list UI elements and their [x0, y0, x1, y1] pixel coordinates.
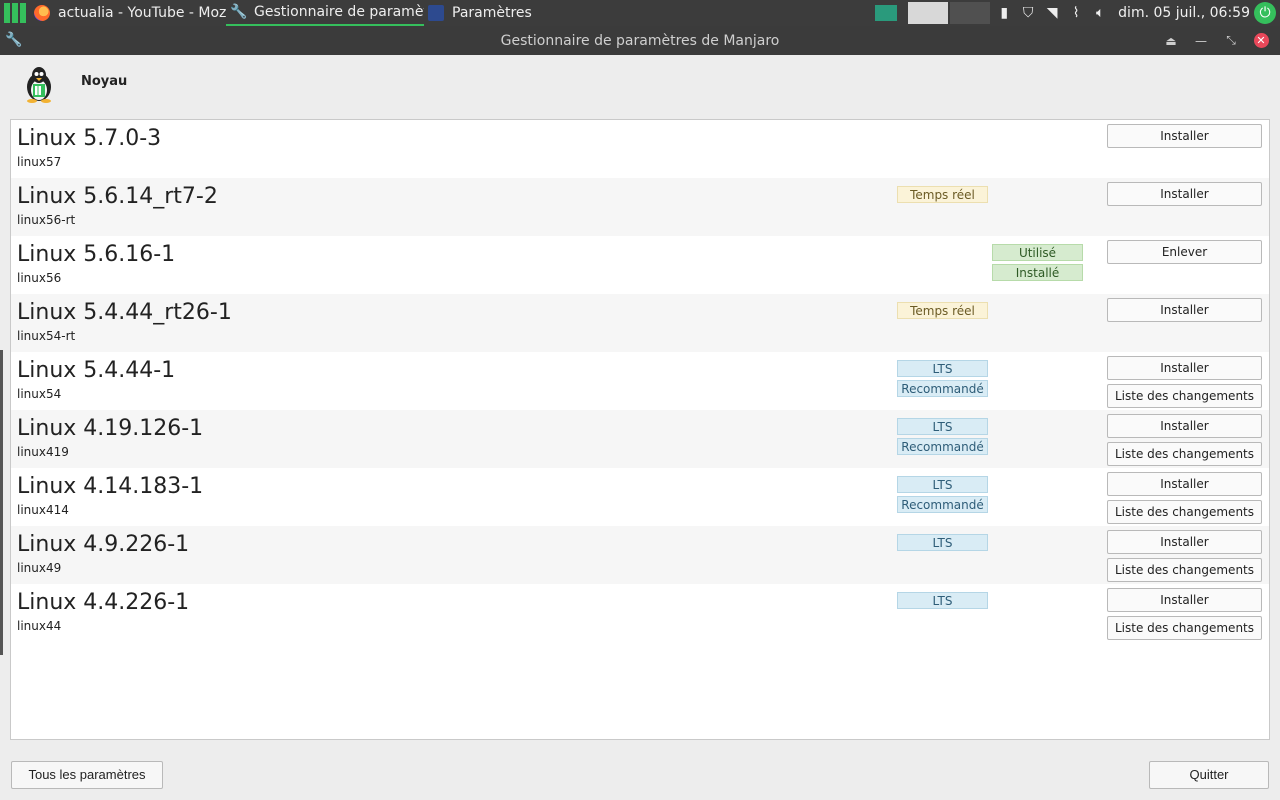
quit-button[interactable]: Quitter [1149, 761, 1269, 789]
window-titlebar[interactable]: 🔧 Gestionnaire de paramètres de Manjaro … [0, 26, 1280, 55]
kernel-name: Linux 5.7.0-3 [17, 126, 162, 151]
kernel-package: linux57 [17, 155, 62, 169]
taskbar: actualia - YouTube - Mozill... 🔧 Gestion… [0, 0, 1280, 26]
workspace-2[interactable] [908, 2, 949, 24]
all-settings-button[interactable]: Tous les paramètres [11, 761, 163, 789]
workspace-3[interactable] [950, 2, 991, 24]
kernel-package: linux49 [17, 561, 62, 575]
install-button[interactable]: Installer [1107, 588, 1262, 612]
kernel-list[interactable]: Linux 5.7.0-3 linux57 Installer Linux 5.6.1… [10, 119, 1270, 740]
status-badge: LTS [897, 360, 988, 377]
status-badge: LTS [897, 418, 988, 435]
tux-penguin-icon [27, 67, 51, 103]
maximize-icon[interactable]: ⤡ [1216, 33, 1246, 48]
wifi-icon[interactable]: ◥ [1040, 0, 1064, 26]
install-button[interactable]: Installer [1107, 472, 1262, 496]
manjaro-menu-icon[interactable] [0, 0, 30, 26]
paperclip-icon[interactable]: ⌇ [1064, 0, 1088, 26]
status-badge: Recommandé [897, 496, 988, 513]
taskbar-task-label: Gestionnaire de paramètr... [254, 4, 424, 20]
kernel-name: Linux 5.6.14_rt7-2 [17, 184, 218, 209]
changelog-button[interactable]: Liste des changements [1107, 442, 1262, 466]
kernel-package: linux414 [17, 503, 69, 517]
status-badge: Recommandé [897, 380, 988, 397]
taskbar-task-firefox[interactable]: actualia - YouTube - Mozill... [30, 0, 226, 26]
close-icon[interactable]: ✕ [1246, 33, 1276, 48]
taskbar-task-label: actualia - YouTube - Mozill... [58, 5, 226, 21]
taskbar-task-parametres[interactable]: Paramètres [424, 0, 544, 26]
status-badge: Recommandé [897, 438, 988, 455]
status-badge: LTS [897, 592, 988, 609]
status-badge: Installé [992, 264, 1083, 281]
changelog-button[interactable]: Liste des changements [1107, 384, 1262, 408]
changelog-button[interactable]: Liste des changements [1107, 500, 1262, 524]
changelog-button[interactable]: Liste des changements [1107, 616, 1262, 640]
status-badge: Utilisé [992, 244, 1083, 261]
changelog-button[interactable]: Liste des changements [1107, 558, 1262, 582]
clipboard-icon[interactable]: ▮ [992, 0, 1016, 26]
volume-icon[interactable]: 🔈︎ [1088, 0, 1112, 26]
kernel-name: Linux 5.6.16-1 [17, 242, 176, 267]
page-title: Noyau [81, 74, 128, 89]
kernel-row[interactable]: Linux 5.4.44-1 linux54 LTS Recommandé Instal… [11, 352, 1269, 410]
kernel-package: linux419 [17, 445, 69, 459]
workspace-1[interactable] [866, 2, 907, 24]
install-button[interactable]: Installer [1107, 182, 1262, 206]
install-button[interactable]: Installer [1107, 124, 1262, 148]
kernel-name: Linux 4.4.226-1 [17, 590, 190, 615]
status-badge: Temps réel [897, 186, 988, 203]
wrench-icon: 🔧 [230, 4, 248, 20]
taskbar-task-label: Paramètres [452, 5, 532, 21]
kernel-package: linux56 [17, 271, 62, 285]
kernel-row[interactable]: Linux 5.7.0-3 linux57 Installer [11, 120, 1269, 178]
kernel-row[interactable]: Linux 5.6.14_rt7-2 linux56-rt Temps réel In… [11, 178, 1269, 236]
settings-app-icon [428, 5, 444, 21]
page-header: Noyau [0, 55, 1280, 119]
install-button[interactable]: Installer [1107, 530, 1262, 554]
install-button[interactable]: Installer [1107, 356, 1262, 380]
kernel-package: linux54 [17, 387, 62, 401]
kernel-row[interactable]: Linux 4.14.183-1 linux414 LTS Recommandé Ins… [11, 468, 1269, 526]
taskbar-task-settings-manager[interactable]: 🔧 Gestionnaire de paramètr... [226, 0, 424, 26]
status-badge: LTS [897, 534, 988, 551]
kernel-name: Linux 4.9.226-1 [17, 532, 190, 557]
kernel-row[interactable]: Linux 5.4.44_rt26-1 linux54-rt Temps réel I… [11, 294, 1269, 352]
shade-icon[interactable]: ⏏ [1156, 34, 1186, 48]
kernel-row[interactable]: Linux 5.6.16-1 linux56 Utilisé Installé Enle… [11, 236, 1269, 294]
window-edge [0, 350, 3, 655]
kernel-package: linux44 [17, 619, 62, 633]
install-button[interactable]: Installer [1107, 414, 1262, 438]
power-icon[interactable]: ⏻ [1254, 2, 1276, 24]
kernel-name: Linux 4.19.126-1 [17, 416, 204, 441]
clock[interactable]: dim. 05 juil., 06:59 [1118, 5, 1250, 21]
remove-button[interactable]: Enlever [1107, 240, 1262, 264]
status-badge: Temps réel [897, 302, 988, 319]
window-title: Gestionnaire de paramètres de Manjaro [500, 32, 780, 49]
shield-icon[interactable]: ⛉ [1016, 0, 1040, 26]
kernel-name: Linux 4.14.183-1 [17, 474, 204, 499]
kernel-row[interactable]: Linux 4.19.126-1 linux419 LTS Recommandé Ins… [11, 410, 1269, 468]
install-button[interactable]: Installer [1107, 298, 1262, 322]
wrench-icon: 🔧 [5, 32, 23, 48]
kernel-package: linux54-rt [17, 329, 76, 343]
minimize-icon[interactable]: — [1186, 34, 1216, 48]
firefox-icon [34, 5, 50, 21]
kernel-row[interactable]: Linux 4.9.226-1 linux49 LTS Installer Liste … [11, 526, 1269, 584]
kernel-name: Linux 5.4.44_rt26-1 [17, 300, 232, 325]
kernel-package: linux56-rt [17, 213, 76, 227]
kernel-row[interactable]: Linux 4.4.226-1 linux44 LTS Installer Liste … [11, 584, 1269, 642]
kernel-name: Linux 5.4.44-1 [17, 358, 176, 383]
status-badge: LTS [897, 476, 988, 493]
